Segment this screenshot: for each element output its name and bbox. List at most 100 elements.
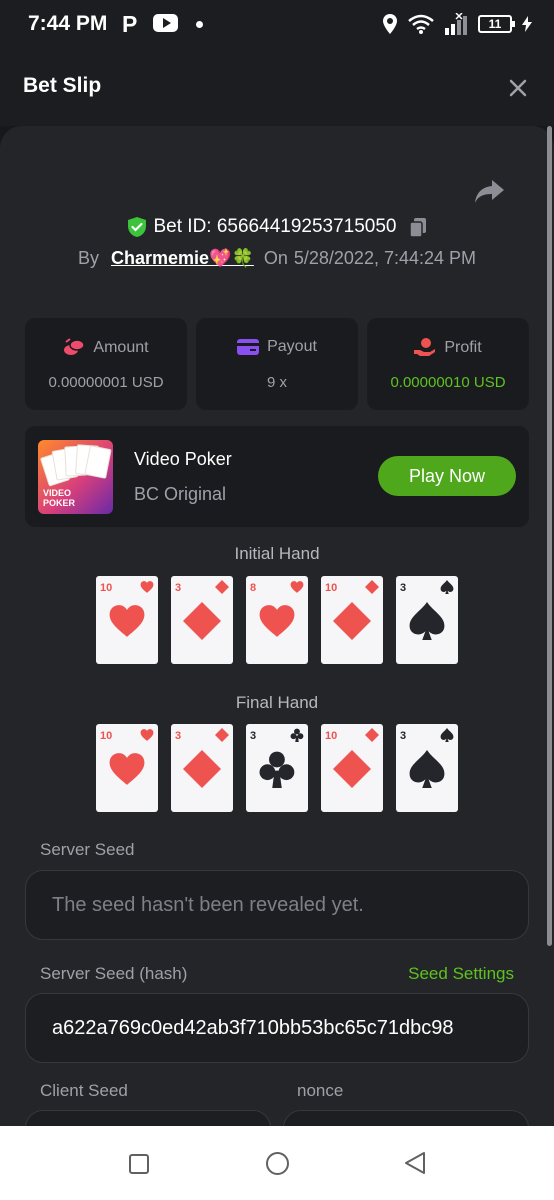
game-name: Video Poker — [134, 449, 232, 469]
diamond-icon — [183, 750, 221, 788]
signal-icon — [445, 13, 467, 35]
dot-icon — [196, 21, 203, 28]
client-seed-field[interactable] — [25, 1110, 271, 1126]
client-seed-label: Client Seed — [40, 1081, 128, 1100]
stat-value: 9 x — [266, 374, 287, 391]
club-icon — [259, 751, 295, 788]
heart-icon — [259, 605, 295, 637]
bet-datetime: 5/28/2022, 7:44:24 PM — [293, 248, 477, 268]
coins-icon — [64, 338, 86, 355]
youtube-icon — [153, 14, 178, 32]
spade-icon — [409, 750, 445, 788]
hand-coin-icon — [414, 338, 436, 356]
recent-apps-icon[interactable] — [129, 1154, 149, 1174]
stat-profit: Profit 0.00000010 USD — [367, 318, 529, 410]
game-card: VIDEO POKER Video Poker BC Original Play… — [25, 426, 529, 527]
heart-icon — [140, 729, 154, 741]
playing-card: 10 — [96, 576, 158, 664]
diamond-icon — [365, 728, 379, 742]
playing-card: 10 — [321, 724, 383, 812]
card-rank: 3 — [400, 730, 407, 742]
stat-amount: Amount 0.00000001 USD — [25, 318, 187, 410]
initial-hand-cards: 10 3 8 10 3 — [96, 576, 458, 664]
battery-icon: 11 — [478, 15, 515, 33]
bet-id: Bet ID: 65664419253715050 — [153, 216, 397, 238]
playing-card: 10 — [96, 724, 158, 812]
heart-icon — [109, 605, 145, 637]
playing-card: 10 — [321, 576, 383, 664]
card-rank: 3 — [175, 730, 182, 742]
final-hand-cards: 10 3 3 10 3 — [96, 724, 458, 812]
playing-card: 3 — [246, 724, 308, 812]
verified-shield-icon — [127, 217, 146, 237]
card-rank: 3 — [175, 582, 182, 594]
bet-slip-panel: Bet ID: 65664419253715050 By Charmemie💖🍀 O… — [0, 126, 554, 1126]
playing-card: 3 — [171, 724, 233, 812]
card-rank: 10 — [100, 730, 113, 742]
p-app-icon: P — [122, 11, 138, 37]
diamond-icon — [215, 580, 229, 594]
card-rank: 8 — [250, 582, 257, 594]
system-nav-bar — [0, 1126, 554, 1200]
server-seed-label: Server Seed — [40, 840, 135, 859]
card-rank: 10 — [325, 582, 338, 594]
status-bar: 7:44 PM P 11 — [0, 0, 554, 48]
spade-icon — [440, 580, 454, 594]
play-now-button[interactable]: Play Now — [378, 456, 516, 496]
status-icons: 11 — [382, 10, 532, 38]
final-hand-title: Final Hand — [235, 693, 319, 712]
stat-label: Payout — [267, 338, 317, 355]
on-label: On — [263, 248, 288, 268]
playing-card: 8 — [246, 576, 308, 664]
stat-payout: Payout 9 x — [196, 318, 358, 410]
stat-label: Profit — [444, 339, 482, 356]
diamond-icon — [333, 602, 371, 640]
spade-icon — [440, 728, 454, 742]
wifi-icon — [408, 14, 434, 34]
scrollbar[interactable] — [547, 126, 552, 946]
back-icon[interactable] — [402, 1150, 428, 1176]
bet-slip-header: Bet Slip — [0, 48, 554, 128]
bet-owner-row: By Charmemie💖🍀 On 5/28/2022, 7:44:24 PM — [0, 248, 554, 269]
home-icon[interactable] — [266, 1152, 289, 1175]
server-seed-hash-field[interactable]: a622a769c0ed42ab3f710bb53bc65c71dbc98 — [25, 993, 529, 1063]
card-rank: 10 — [325, 730, 338, 742]
playing-card: 3 — [396, 576, 458, 664]
server-seed-field[interactable]: The seed hasn't been revealed yet. — [25, 870, 529, 940]
stat-label: Amount — [93, 339, 149, 356]
playing-card: 3 — [171, 576, 233, 664]
heart-icon — [109, 753, 145, 785]
copy-icon[interactable] — [407, 216, 429, 238]
page-title: Bet Slip — [23, 74, 102, 97]
card-rank: 10 — [100, 582, 113, 594]
game-subtitle: BC Original — [134, 484, 227, 504]
thumbnail-logo-text: VIDEO POKER — [43, 488, 76, 508]
card-icon — [237, 339, 260, 355]
server-seed-hash-label: Server Seed (hash) — [40, 964, 188, 983]
heart-icon — [140, 581, 154, 593]
playing-card: 3 — [396, 724, 458, 812]
seed-settings-link[interactable]: Seed Settings — [408, 964, 514, 984]
bet-slip-body: Bet ID: 65664419253715050 By Charmemie💖🍀 O… — [0, 126, 554, 1126]
close-icon[interactable] — [504, 74, 532, 102]
initial-hand-title: Initial Hand — [234, 544, 320, 563]
nonce-field[interactable] — [283, 1110, 529, 1126]
location-icon — [383, 14, 397, 34]
share-icon[interactable] — [472, 176, 506, 206]
club-icon — [290, 728, 304, 742]
spade-icon — [409, 602, 445, 640]
bet-id-row: Bet ID: 65664419253715050 — [0, 216, 554, 238]
video-poker-thumbnail[interactable]: VIDEO POKER — [38, 440, 113, 514]
heart-icon — [290, 581, 304, 593]
status-time: 7:44 PM — [28, 12, 108, 35]
card-rank: 3 — [250, 730, 257, 742]
charging-icon — [522, 16, 532, 32]
username-link[interactable]: Charmemie💖🍀 — [111, 248, 254, 268]
stat-value: 0.00000001 USD — [48, 374, 164, 391]
stat-value: 0.00000010 USD — [390, 374, 506, 391]
diamond-icon — [215, 728, 229, 742]
card-rank: 3 — [400, 582, 407, 594]
diamond-icon — [365, 580, 379, 594]
by-label: By — [77, 248, 99, 268]
diamond-icon — [183, 602, 221, 640]
